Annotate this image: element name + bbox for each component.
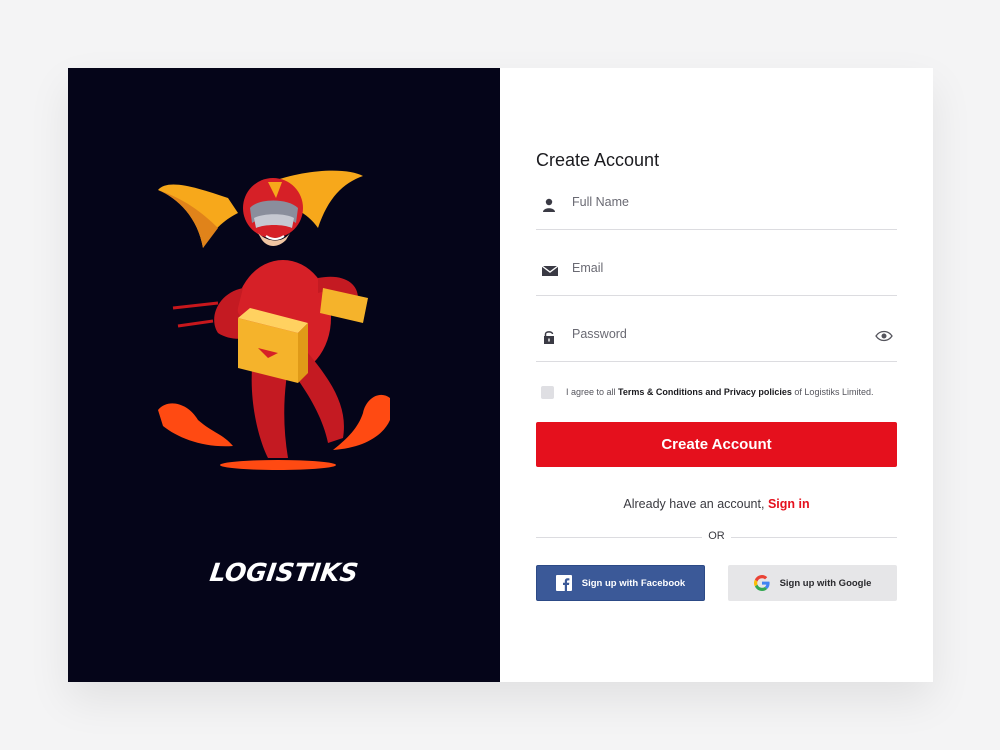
google-signup-label: Sign up with Google xyxy=(779,577,872,589)
terms-link[interactable]: Terms & Conditions and Privacy policies xyxy=(618,387,792,397)
google-signup-button[interactable]: Sign up with Google xyxy=(728,565,897,601)
create-account-button[interactable]: Create Account xyxy=(536,422,897,467)
brand-logo: LOGISTIKS xyxy=(208,558,360,587)
full-name-field[interactable]: Full Name xyxy=(536,190,897,230)
delivery-hero-illustration xyxy=(158,170,390,470)
signup-card: LOGISTIKS Create Account Full Name Email xyxy=(68,68,933,682)
terms-text: I agree to all Terms & Conditions and Pr… xyxy=(566,387,874,397)
full-name-placeholder: Full Name xyxy=(572,195,629,209)
email-field[interactable]: Email xyxy=(536,256,897,296)
signup-form: Create Account Full Name Email Password xyxy=(500,68,933,682)
terms-agreement: I agree to all Terms & Conditions and Pr… xyxy=(536,385,873,399)
password-placeholder: Password xyxy=(572,327,627,341)
terms-checkbox[interactable] xyxy=(541,385,554,399)
user-icon xyxy=(543,198,555,212)
email-placeholder: Email xyxy=(572,261,604,275)
google-icon xyxy=(753,575,770,591)
or-divider: OR xyxy=(536,530,897,544)
signin-prompt: Already have an account, Sign in xyxy=(623,497,810,511)
form-title: Create Account xyxy=(536,150,660,170)
facebook-icon xyxy=(555,575,572,591)
facebook-signup-label: Sign up with Facebook xyxy=(581,577,686,589)
eye-icon[interactable] xyxy=(875,329,893,343)
password-field[interactable]: Password xyxy=(536,322,897,362)
facebook-signup-button[interactable]: Sign up with Facebook xyxy=(536,565,705,601)
signin-link[interactable]: Sign in xyxy=(768,497,810,511)
lock-icon xyxy=(544,331,554,344)
or-text: OR xyxy=(708,530,725,542)
envelope-icon xyxy=(542,265,558,276)
brand-panel: LOGISTIKS xyxy=(68,68,500,682)
